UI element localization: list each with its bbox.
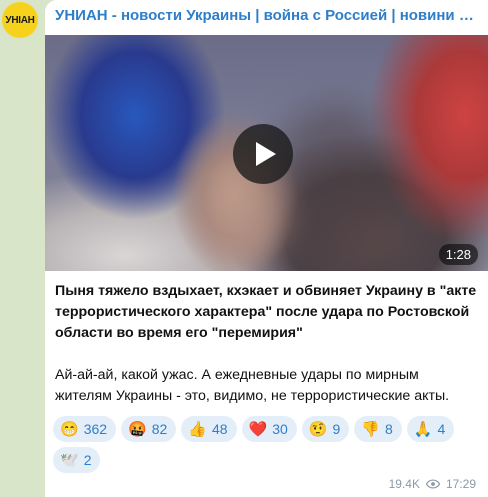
reaction-heart[interactable]: ❤️ 30 [241, 416, 297, 442]
message-meta: 19.4K 17:29 [389, 477, 476, 491]
reactions-bar: 😁 362 🤬 82 👍 48 ❤️ 30 🤨 9 👎 8 🙏 4 🕊️ 2 [53, 416, 481, 473]
avatar-logo-text: УНІАН [5, 14, 35, 26]
raised-eyebrow-emoji-icon: 🤨 [308, 420, 328, 438]
reaction-count: 48 [212, 421, 228, 437]
reaction-count: 30 [272, 421, 288, 437]
reaction-angry[interactable]: 🤬 82 [121, 416, 177, 442]
video-thumbnail-blur [270, 105, 400, 255]
pray-icon: 🙏 [413, 420, 433, 438]
thumbs-down-icon: 👎 [361, 420, 381, 438]
message-headline: Пыня тяжело вздыхает, кхэкает и обвиняет… [55, 283, 477, 341]
reaction-count: 8 [385, 421, 393, 437]
reaction-count: 9 [332, 421, 341, 437]
reaction-count: 362 [83, 421, 108, 437]
message-body: Ай-ай-ай, какой ужас. А ежедневные удары… [55, 367, 450, 404]
dove-icon: 🕊️ [60, 451, 79, 469]
view-count: 19.4K [388, 477, 420, 491]
thumbs-up-icon: 👍 [188, 420, 207, 438]
message-bubble: УНИАН - новости Украины | война с Россие… [45, 0, 488, 497]
heart-icon: ❤️ [248, 420, 268, 438]
reaction-count: 4 [437, 421, 446, 437]
video-player[interactable]: 1:28 [45, 35, 488, 271]
message-text: Пыня тяжело вздыхает, кхэкает и обвиняет… [55, 281, 478, 407]
reaction-dove[interactable]: 🕊️ 2 [53, 447, 101, 473]
video-duration: 1:28 [438, 244, 478, 265]
reaction-thumbs-down[interactable]: 👎 8 [354, 416, 402, 442]
reaction-thumbs-up[interactable]: 👍 48 [181, 416, 237, 442]
play-button[interactable] [233, 124, 293, 184]
eye-icon [425, 479, 440, 489]
reaction-pray[interactable]: 🙏 4 [406, 416, 455, 442]
channel-name[interactable]: УНИАН - новости Украины | война с Россие… [55, 6, 480, 26]
play-icon [255, 142, 276, 166]
channel-avatar[interactable]: УНІАН [2, 2, 38, 38]
reaction-raised-eyebrow[interactable]: 🤨 9 [301, 416, 350, 442]
angry-emoji-icon: 🤬 [128, 420, 147, 438]
reaction-count: 2 [83, 452, 92, 468]
reaction-grin[interactable]: 😁 362 [53, 416, 117, 442]
message-time: 17:29 [445, 477, 476, 491]
reaction-count: 82 [151, 421, 168, 437]
grin-emoji-icon: 😁 [60, 420, 79, 438]
